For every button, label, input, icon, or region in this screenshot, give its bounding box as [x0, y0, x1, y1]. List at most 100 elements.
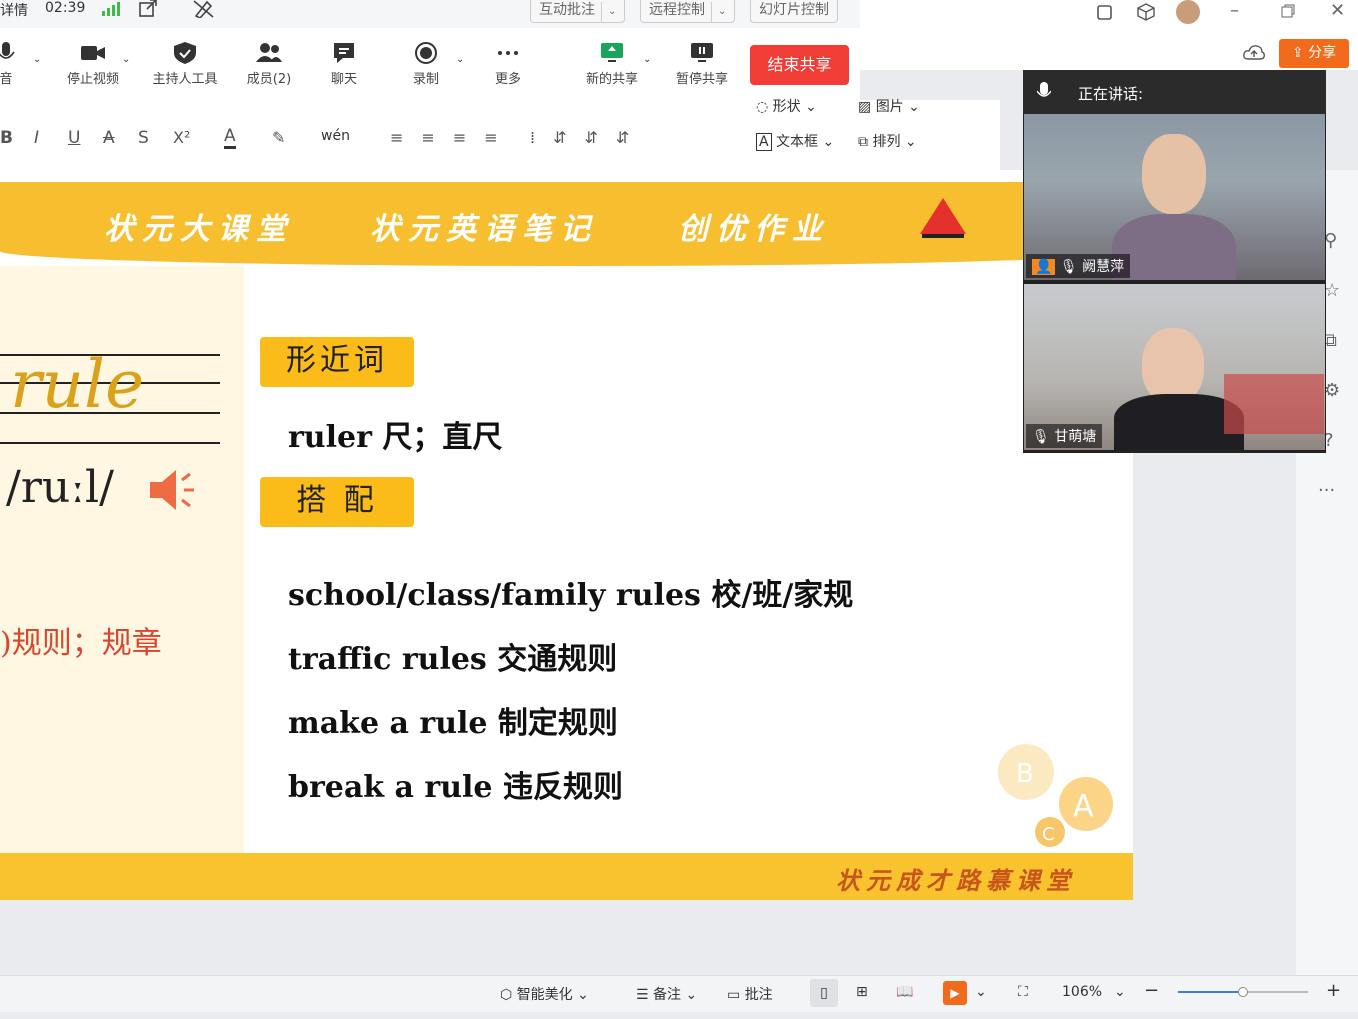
chevron-down-icon[interactable]: ⌄ — [122, 54, 130, 65]
similar-words-tag: 形近词 — [260, 337, 414, 387]
abc-decoration: B A C — [998, 744, 1113, 847]
annotation-button[interactable]: ▭ 批注 — [727, 984, 773, 1004]
similar-word-line: ruler 尺；直尺 — [288, 420, 503, 455]
share-icon: ⇪ — [1291, 45, 1309, 61]
reading-view-icon[interactable]: 📖 — [896, 984, 913, 1000]
word-meaning: )规则；规章 — [0, 626, 162, 661]
phonetic: /ruːl/ — [6, 462, 114, 513]
strikethrough-button[interactable]: A — [103, 128, 115, 148]
user-icon: 👤 — [1032, 259, 1056, 275]
zoom-level[interactable]: 106% — [1062, 984, 1102, 1000]
remote-control-button[interactable]: 远程控制 ⌄ — [640, 0, 736, 23]
banner-item: 创优作业 — [678, 212, 830, 247]
minimize-icon[interactable]: – — [1230, 0, 1239, 21]
members-button[interactable]: 成员(2) — [242, 42, 296, 87]
smart-beautify-button[interactable]: ⬡ 智能美化 ⌄ — [500, 984, 589, 1004]
details-label[interactable]: 详情 — [0, 0, 28, 20]
microphone-icon — [0, 42, 15, 59]
stop-video-button[interactable]: 停止视频 — [62, 42, 124, 87]
chevron-down-icon[interactable]: ⌄ — [601, 2, 616, 22]
grid-view-icon[interactable]: ⊞ — [856, 984, 868, 1000]
arrange-button[interactable]: ⧉ 排列 ⌄ — [858, 131, 917, 151]
record-button[interactable]: 录制 — [406, 42, 446, 87]
avatar[interactable] — [1176, 0, 1200, 24]
slide-banner: 状元大课堂 状元英语笔记 创优作业 — [0, 182, 1133, 266]
meeting-toolbar: 音 ⌄ 停止视频 ⌄ 主持人工具 成员(2) 聊天 录制 ⌄ 更多 新的共享 ⌄… — [0, 28, 860, 101]
new-share-button[interactable]: 新的共享 — [580, 42, 644, 87]
participant-video[interactable]: 🎙 甘萌塘 — [1024, 284, 1325, 450]
members-label: 成员(2) — [246, 72, 292, 87]
bold-button[interactable]: B — [0, 128, 13, 148]
chevron-down-icon[interactable]: ⌄ — [643, 54, 651, 65]
shape-icon: ◌ — [756, 99, 773, 115]
chevron-down-icon[interactable]: ⌄ — [1114, 984, 1126, 1000]
help-icon[interactable]: ? — [1324, 430, 1340, 451]
more-icon[interactable]: ··· — [1318, 480, 1335, 501]
wps-title-area: – ✕ ⇪ 分享 — [860, 0, 1358, 70]
textbox-button[interactable]: A 文本框 ⌄ — [756, 131, 834, 151]
chevron-down-icon[interactable]: ⌄ — [975, 984, 987, 1000]
shadow-button[interactable]: S — [138, 128, 149, 148]
notes-button[interactable]: ☰ 备注 ⌄ — [636, 984, 697, 1004]
popout-icon[interactable] — [138, 0, 158, 18]
font-color-button[interactable]: A — [224, 126, 236, 149]
slide-footer: 状元成才路慕课堂 — [0, 853, 1133, 900]
collocation-line: school/class/family rules 校/班/家规 — [288, 578, 854, 613]
zoom-out-icon[interactable]: − — [1144, 980, 1159, 1001]
collocation-tag: 搭 配 — [260, 477, 414, 527]
settings-icon[interactable]: ⚙ — [1324, 380, 1340, 401]
microphone-icon: 🎙 — [1032, 429, 1050, 445]
image-button[interactable]: ▨ 图片 ⌄ — [858, 96, 920, 116]
participant-video[interactable]: 👤 🎙 阙慧萍 — [1024, 114, 1325, 280]
underline-button[interactable]: U — [68, 128, 80, 148]
chat-button[interactable]: 聊天 — [324, 42, 364, 87]
annotation-icon: ▭ — [727, 987, 745, 1003]
share-screen-icon — [601, 43, 623, 62]
restore-icon[interactable] — [1281, 4, 1295, 18]
chevron-down-icon[interactable]: ⌄ — [33, 54, 41, 65]
cube-icon[interactable] — [1137, 3, 1155, 21]
shape-button[interactable]: ◌ 形状 ⌄ — [756, 96, 817, 116]
annotate-off-icon[interactable] — [193, 0, 215, 18]
mute-button[interactable]: 音 — [0, 42, 26, 87]
host-tools-button[interactable]: 主持人工具 — [148, 42, 222, 87]
pinyin-icon[interactable]: wén — [321, 128, 350, 144]
pause-share-button[interactable]: 暂停共享 — [672, 42, 732, 87]
share-button[interactable]: ⇪ 分享 — [1279, 39, 1349, 68]
spacing-icons[interactable]: ⁞⇵⇵⇵ — [530, 128, 647, 147]
superscript-button[interactable]: X² — [173, 128, 190, 147]
pause-share-label: 暂停共享 — [675, 72, 728, 87]
play-slideshow-icon[interactable]: ▶ — [943, 981, 967, 1005]
slide-control-button[interactable]: 幻灯片控制 — [750, 0, 838, 23]
star-icon[interactable]: ☆ — [1324, 280, 1340, 301]
image-icon: ▨ — [858, 99, 876, 115]
beautify-icon: ⬡ — [500, 987, 517, 1003]
collocation-line: break a rule 违反规则 — [288, 770, 623, 805]
speaker-icon[interactable] — [148, 466, 198, 514]
align-icons[interactable]: ≡≡≡≡ — [390, 128, 516, 147]
logo-icon — [920, 198, 966, 238]
italic-button[interactable]: I — [34, 128, 39, 148]
chevron-down-icon[interactable]: ⌄ — [711, 2, 726, 22]
highlight-icon[interactable]: ✎ — [272, 128, 285, 147]
zoom-in-icon[interactable]: + — [1326, 980, 1341, 1001]
speaker-header: 正在讲话: — [1023, 70, 1326, 114]
cloud-upload-icon[interactable] — [1243, 44, 1265, 62]
window-icon[interactable] — [1096, 3, 1114, 21]
zoom-slider[interactable] — [1178, 987, 1308, 997]
members-icon — [256, 43, 282, 62]
mute-label: 音 — [0, 72, 13, 87]
filter-icon[interactable]: ⚲ — [1324, 230, 1340, 251]
chat-label: 聊天 — [330, 72, 357, 87]
chevron-down-icon[interactable]: ⌄ — [456, 54, 464, 65]
interactive-annotation-button[interactable]: 互动批注 ⌄ — [530, 0, 626, 23]
svg-text:C: C — [1042, 824, 1055, 845]
status-bar: ⬡ 智能美化 ⌄ ☰ 备注 ⌄ ▭ 批注 ▯ ⊞ 📖 ▶ ⌄ ⛶ 106% ⌄ … — [0, 975, 1358, 1012]
close-icon[interactable]: ✕ — [1330, 0, 1345, 21]
end-share-button[interactable]: 结束共享 — [750, 45, 849, 85]
svg-text:A: A — [1073, 789, 1094, 824]
layout-icon[interactable]: ⧉ — [1324, 330, 1340, 351]
normal-view-icon[interactable]: ▯ — [810, 979, 838, 1007]
more-button[interactable]: 更多 — [488, 42, 528, 87]
fit-window-icon[interactable]: ⛶ — [1018, 984, 1028, 1000]
